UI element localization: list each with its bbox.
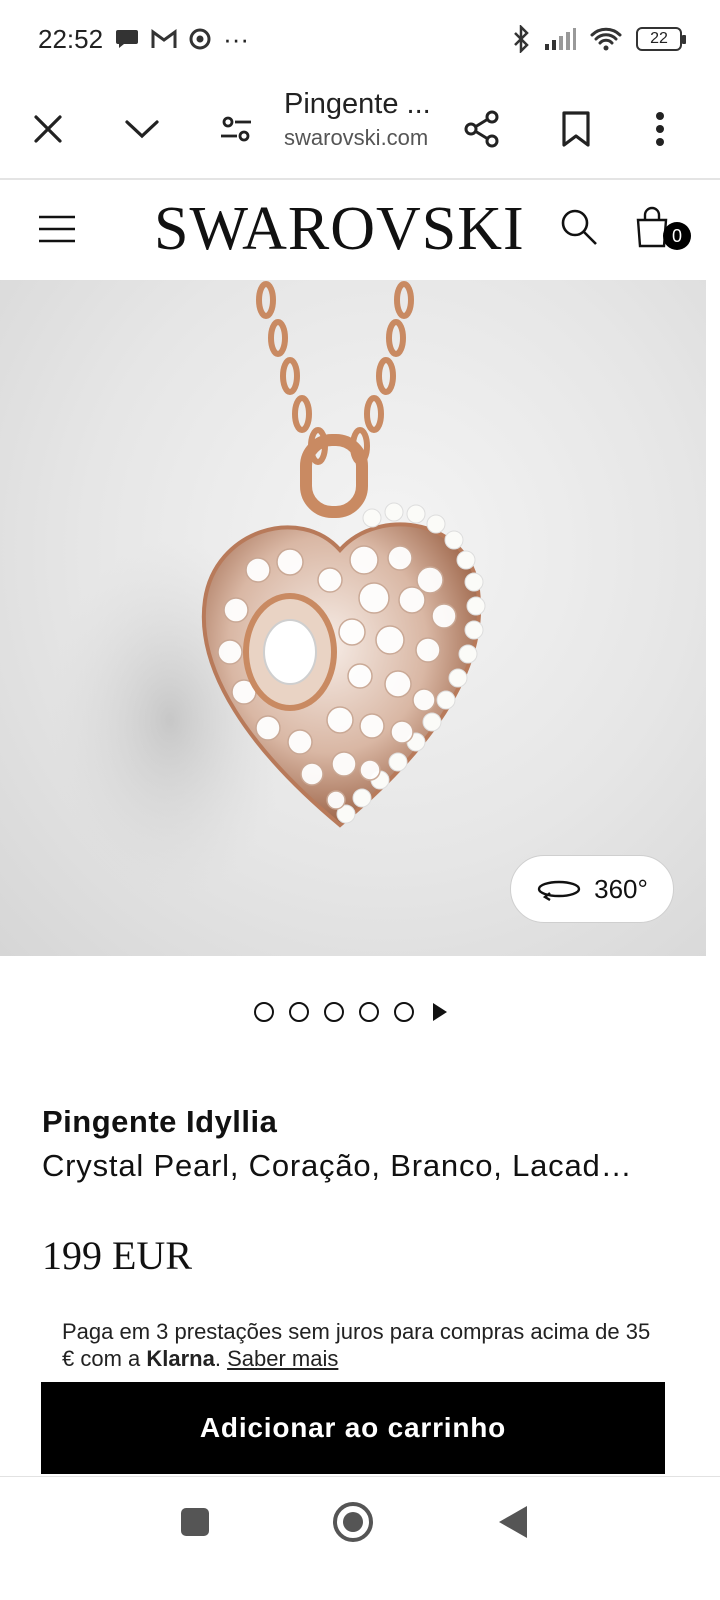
carousel-play-icon[interactable] <box>433 1003 447 1021</box>
share-icon <box>464 110 499 148</box>
search-icon <box>561 209 597 245</box>
status-overflow: ··· <box>223 23 250 54</box>
bookmark-icon <box>562 111 590 147</box>
more-vert-icon <box>656 112 664 146</box>
klarna-installments-info: Paga em 3 prestações sem juros para comp… <box>62 1318 662 1372</box>
system-navigation-bar <box>0 1476 720 1600</box>
carousel-dot-5[interactable] <box>394 1002 414 1022</box>
home-button[interactable] <box>318 1487 388 1557</box>
browser-toolbar: Pingente ... swarovski.com <box>0 78 720 180</box>
search-button[interactable] <box>556 202 602 252</box>
carousel-dot-4[interactable] <box>359 1002 379 1022</box>
carousel-dot-3[interactable] <box>324 1002 344 1022</box>
chat-notification-icon <box>115 28 139 50</box>
swarovski-logo[interactable]: SWAROVSKI <box>154 194 525 265</box>
carousel-indicators <box>254 1002 447 1022</box>
share-button[interactable] <box>452 99 512 159</box>
menu-button[interactable] <box>32 204 82 254</box>
page-domain: swarovski.com <box>284 125 429 150</box>
close-icon <box>34 115 62 143</box>
recents-button[interactable] <box>160 1487 230 1557</box>
bookmark-button[interactable] <box>546 99 606 159</box>
tune-icon <box>221 116 251 142</box>
recents-square-icon <box>181 1508 209 1536</box>
wifi-icon <box>590 27 622 51</box>
cart-count-badge: 0 <box>663 222 691 250</box>
status-bar: 22:52 ··· 22 <box>0 0 720 78</box>
carousel-dot-2[interactable] <box>289 1002 309 1022</box>
minimize-button[interactable] <box>112 99 172 159</box>
battery-indicator: 22 <box>636 27 686 51</box>
back-triangle-icon <box>499 1506 527 1538</box>
chevron-down-icon <box>125 120 159 139</box>
view-360-label: 360° <box>594 873 648 904</box>
page-title: Pingente ... <box>284 88 431 120</box>
klarna-brand: Klarna <box>146 1346 215 1371</box>
site-header: SWAROVSKI <box>0 180 720 280</box>
home-circle-icon <box>333 1502 373 1542</box>
chrome-icon <box>189 28 211 50</box>
carousel-dot-1[interactable] <box>254 1002 274 1022</box>
klarna-separator: . <box>214 1346 228 1371</box>
klarna-learn-more-link[interactable]: Saber mais <box>227 1346 338 1371</box>
signal-icon <box>544 28 576 50</box>
close-tab-button[interactable] <box>18 99 78 159</box>
product-price: 199 EUR <box>42 1233 192 1278</box>
view-360-button[interactable]: 360° <box>510 855 674 923</box>
hamburger-menu-icon <box>39 215 75 243</box>
status-time: 22:52 <box>38 23 104 54</box>
site-settings-button[interactable] <box>206 99 266 159</box>
bluetooth-icon <box>512 25 530 53</box>
product-description: Crystal Pearl, Coração, Branco, Lacad… <box>42 1148 633 1183</box>
rotate-360-icon <box>537 880 581 901</box>
url-display[interactable]: Pingente ... swarovski.com <box>284 88 454 151</box>
add-to-cart-button[interactable]: Adicionar ao carrinho <box>41 1382 665 1474</box>
back-button[interactable] <box>478 1487 548 1557</box>
product-name: Pingente Idyllia <box>42 1104 278 1139</box>
more-options-button[interactable] <box>630 99 690 159</box>
gmail-icon <box>151 29 177 49</box>
